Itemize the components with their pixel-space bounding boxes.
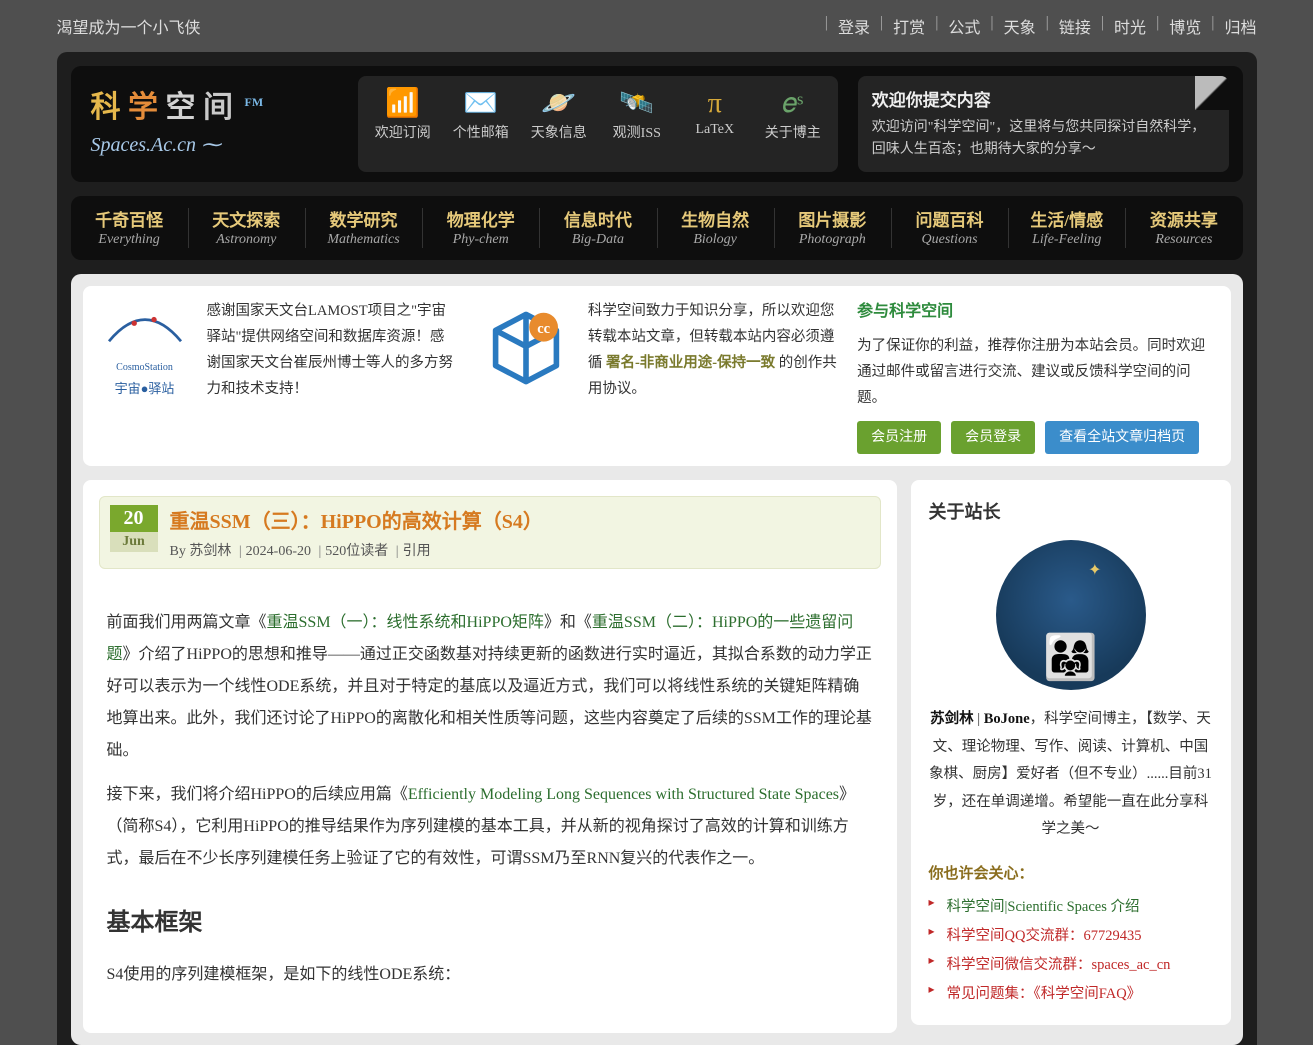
register-button[interactable]: 会员注册 <box>857 421 941 454</box>
post-date-badge: 20 Jun <box>110 505 158 552</box>
ssm-1-link[interactable]: 重温SSM（一）：线性系统和HiPPO矩阵 <box>267 614 544 631</box>
main-nav: 千奇百怪Everything天文探索Astronomy数学研究Mathemati… <box>71 196 1243 260</box>
archive-button[interactable]: 查看全站文章归档页 <box>1045 421 1199 454</box>
related-item: 科学空间|Scientific Spaces 介绍 <box>929 891 1213 920</box>
quicklink-icon: 📶 <box>364 86 442 122</box>
cc-license-icon: cc <box>476 298 576 454</box>
logo-char: 学 <box>128 91 158 124</box>
related-link[interactable]: 科学空间|Scientific Spaces 介绍 <box>947 899 1140 915</box>
quicklink-LaTeX[interactable]: πLaTeX <box>676 86 754 162</box>
nav-mathematics[interactable]: 数学研究Mathematics <box>305 196 422 260</box>
logo-char: 间 <box>203 91 233 124</box>
topnav-天象[interactable]: 天象 <box>1004 14 1036 38</box>
login-button[interactable]: 会员登录 <box>951 421 1035 454</box>
nav-everything[interactable]: 千奇百怪Everything <box>71 196 188 260</box>
participate-body: 为了保证你的利益，推荐你注册为本站会员。同时欢迎通过邮件或留言进行交流、建议或反… <box>857 333 1218 411</box>
related-item: 常见问题集：《科学空间FAQ》 <box>929 978 1213 1007</box>
bio: 苏剑林 | BoJone，科学空间博主，【数学、天文、理论物理、写作、阅读、计算… <box>929 706 1213 844</box>
s4-paper-link[interactable]: Efficiently Modeling Long Sequences with… <box>408 786 839 803</box>
topnav-登录[interactable]: 登录 <box>838 14 870 38</box>
topnav-博览[interactable]: 博览 <box>1169 14 1201 38</box>
svg-text:cc: cc <box>537 321 550 337</box>
cosmo-station-logo: CosmoStation 宇宙●驿站 <box>95 298 195 454</box>
logo-subtitle: Spaces.Ac.cn ⁓ <box>91 132 338 157</box>
post-author[interactable]: 苏剑林 <box>189 544 231 559</box>
quicklink-关于博主[interactable]: 𝑒ˢ关于博主 <box>754 86 832 162</box>
quicklink-icon: ✉️ <box>442 86 520 122</box>
nav-questions[interactable]: 问题百科Questions <box>891 196 1008 260</box>
quicklink-观测ISS[interactable]: 🛰️观测ISS <box>598 86 676 162</box>
nav-phy-chem[interactable]: 物理化学Phy-chem <box>422 196 539 260</box>
fold-corner-icon <box>1195 76 1229 110</box>
related-heading: 你也许会关心： <box>929 862 1213 883</box>
quick-links: 📶欢迎订阅✉️个性邮箱🪐天象信息🛰️观测ISSπLaTeX𝑒ˢ关于博主 <box>358 76 838 172</box>
topnav-链接[interactable]: 链接 <box>1059 14 1091 38</box>
post-title[interactable]: 重温SSM（三）：HiPPO的高效计算（S4） <box>170 505 543 534</box>
nav-photograph[interactable]: 图片摄影Photograph <box>774 196 891 260</box>
quicklink-欢迎订阅[interactable]: 📶欢迎订阅 <box>364 86 442 162</box>
sidebar: 关于站长 👨‍👩‍👧 苏剑林 | BoJone，科学空间博主，【数学、天文、理论… <box>911 480 1231 1025</box>
logo-char: 科 <box>91 91 121 124</box>
topnav-归档[interactable]: 归档 <box>1224 14 1256 38</box>
avatar: 👨‍👩‍👧 <box>996 540 1146 690</box>
post-meta: By 苏剑林 |2024-06-20 |520位读者 |引用 <box>170 540 543 560</box>
site-logo[interactable]: 科 学 空 间 FM Spaces.Ac.cn ⁓ <box>85 76 338 172</box>
cc-license-link[interactable]: 署名-非商业用途-保持一致 <box>606 355 775 371</box>
related-link[interactable]: 科学空间微信交流群：spaces_ac_cn <box>947 957 1171 973</box>
tagline: 渴望成为一个小飞侠 <box>57 14 201 38</box>
nav-big-data[interactable]: 信息时代Big-Data <box>539 196 656 260</box>
about-title: 关于站长 <box>929 498 1213 524</box>
related-link[interactable]: 常见问题集：《科学空间FAQ》 <box>947 986 1142 1002</box>
related-list: 科学空间|Scientific Spaces 介绍科学空间QQ交流群：67729… <box>929 891 1213 1007</box>
quicklink-天象信息[interactable]: 🪐天象信息 <box>520 86 598 162</box>
nav-biology[interactable]: 生物自然Biology <box>657 196 774 260</box>
welcome-body: 欢迎访问"科学空间"，这里将与您共同探讨自然科学，回味人生百态；也期待大家的分享… <box>872 117 1215 162</box>
welcome-title: 欢迎你提交内容 <box>872 86 1215 111</box>
topnav-公式[interactable]: 公式 <box>948 14 980 38</box>
section-heading: 基本框架 <box>107 899 873 947</box>
quicklink-icon: 🪐 <box>520 86 598 122</box>
post-body: 前面我们用两篇文章《重温SSM（一）：线性系统和HiPPO矩阵》和《重温SSM（… <box>83 585 897 1013</box>
quicklink-个性邮箱[interactable]: ✉️个性邮箱 <box>442 86 520 162</box>
related-item: 科学空间微信交流群：spaces_ac_cn <box>929 949 1213 978</box>
quicklink-icon: 🛰️ <box>598 86 676 122</box>
logo-char: 空 <box>166 91 196 124</box>
welcome-box: 欢迎你提交内容 欢迎访问"科学空间"，这里将与您共同探讨自然科学，回味人生百态；… <box>858 76 1229 172</box>
quicklink-icon: π <box>676 86 754 122</box>
nav-life-feeling[interactable]: 生活/情感Life-Feeling <box>1008 196 1125 260</box>
nav-resources[interactable]: 资源共享Resources <box>1125 196 1242 260</box>
nav-astronomy[interactable]: 天文探索Astronomy <box>188 196 305 260</box>
top-nav: |登录|打赏|公式|天象|链接|时光|博览|归档 <box>819 14 1257 38</box>
intro-license: 科学空间致力于知识分享，所以欢迎您转载本站文章，但转载本站内容必须遵循 署名-非… <box>588 298 837 454</box>
related-item: 科学空间QQ交流群：67729435 <box>929 920 1213 949</box>
post-column: 20 Jun 重温SSM（三）：HiPPO的高效计算（S4） By 苏剑林 |2… <box>83 480 897 1033</box>
logo-fm: FM <box>245 95 264 109</box>
topnav-时光[interactable]: 时光 <box>1114 14 1146 38</box>
intro-lamost: 感谢国家天文台LAMOST项目之"宇宙驿站"提供网络空间和数据库资源！感谢国家天… <box>207 298 456 454</box>
participate-title: 参与科学空间 <box>857 298 1218 327</box>
related-link[interactable]: 科学空间QQ交流群：67729435 <box>947 928 1142 944</box>
cite-link[interactable]: 引用 <box>403 544 431 559</box>
quicklink-icon: 𝑒ˢ <box>754 86 832 122</box>
topnav-打赏[interactable]: 打赏 <box>893 14 925 38</box>
